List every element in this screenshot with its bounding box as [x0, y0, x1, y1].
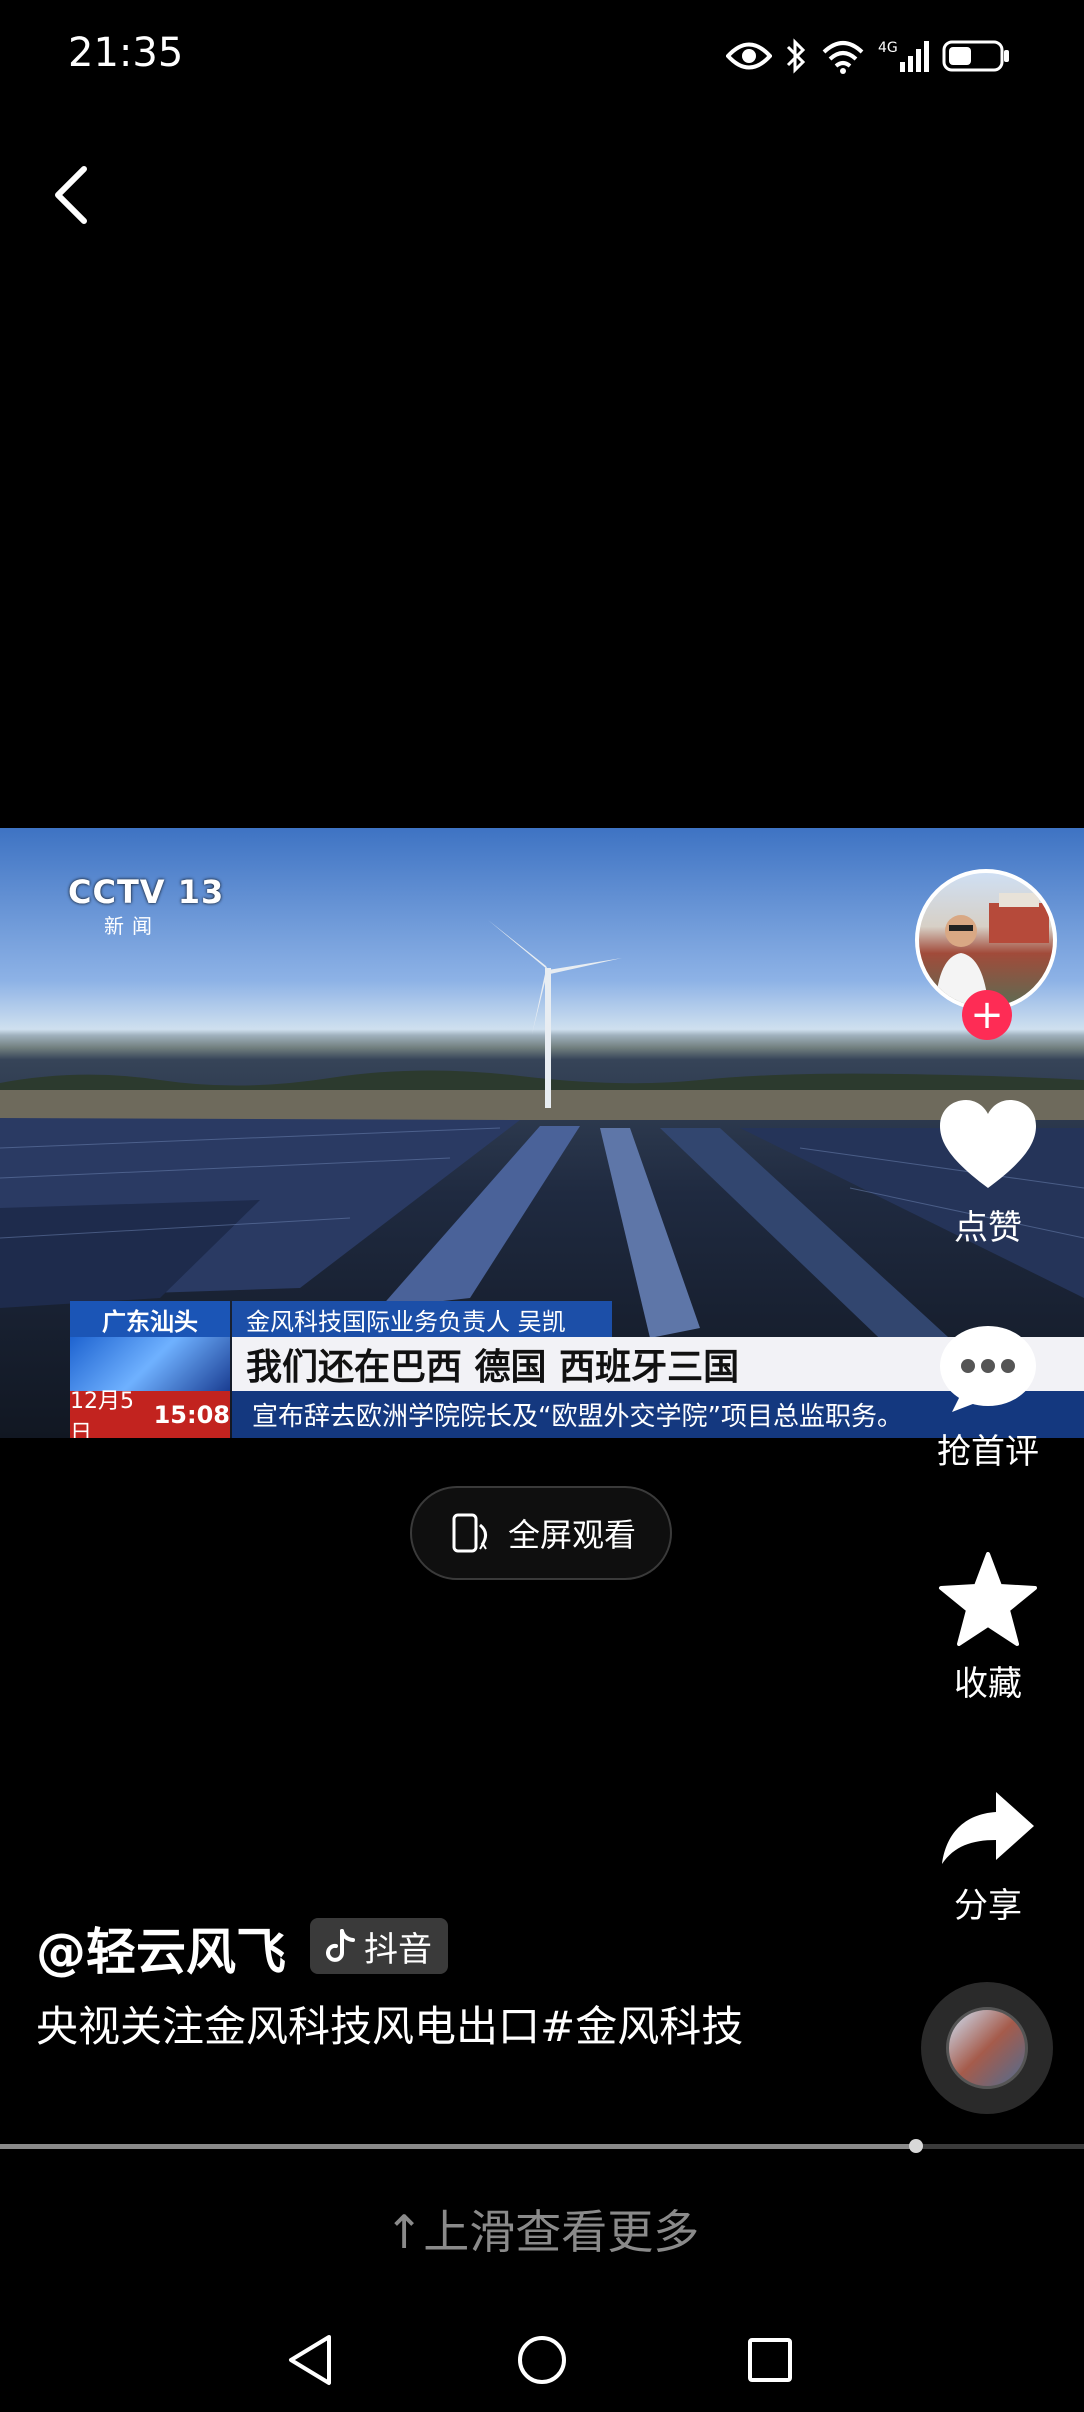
plus-icon: +: [970, 992, 1004, 1038]
comment-icon: [940, 1326, 1036, 1412]
swipe-up-hint[interactable]: ↑上滑查看更多: [0, 2196, 1084, 2262]
cellular-signal-icon: 4G: [878, 40, 929, 72]
square-recents-icon: [748, 2338, 792, 2382]
date-text: 12月5日: [70, 1388, 134, 1439]
music-disc-cover: [946, 2007, 1028, 2089]
share-label: 分享: [954, 1886, 1022, 1926]
star-icon: [939, 1552, 1037, 1646]
status-time: 21:35: [68, 30, 184, 76]
back-button[interactable]: [40, 150, 100, 240]
status-icons: 4G: [726, 30, 1012, 82]
channel-subtitle: 新闻: [104, 914, 160, 938]
time-text: 15:08: [153, 1400, 230, 1429]
post-caption[interactable]: 央视关注金风科技风电出口#金风科技: [36, 1996, 776, 2058]
like-label: 点赞: [954, 1208, 1022, 1248]
fullscreen-label: 全屏观看: [507, 1516, 636, 1554]
circle-home-icon: [518, 2336, 566, 2384]
person-tag: 金风科技国际业务负责人 吴凯: [232, 1301, 612, 1337]
date-tag: 12月5日 15:08: [70, 1389, 230, 1438]
favorite-button[interactable]: 收藏: [898, 1552, 1078, 1705]
nav-recents-button[interactable]: [730, 2320, 810, 2400]
comment-button[interactable]: 抢首评: [898, 1324, 1078, 1473]
share-arrow-icon: [942, 1792, 1034, 1864]
wifi-icon: [822, 41, 864, 74]
author-name[interactable]: @轻云风飞: [36, 1912, 286, 1984]
nav-home-button[interactable]: [502, 2320, 582, 2400]
heart-icon: [940, 1100, 1036, 1188]
favorite-label: 收藏: [954, 1664, 1022, 1704]
progress-fill: [0, 2144, 916, 2149]
platform-badge-label: 抖音: [364, 1929, 432, 1970]
comment-label: 抢首评: [937, 1432, 1039, 1472]
follow-button[interactable]: +: [962, 990, 1012, 1040]
triangle-back-icon: [289, 2335, 331, 2385]
svg-text:4G: 4G: [878, 40, 898, 56]
eye-icon: [726, 42, 772, 70]
location-tag: 广东汕头: [70, 1301, 230, 1337]
platform-badge: 抖音: [310, 1918, 448, 1974]
share-button[interactable]: 分享: [898, 1788, 1078, 1927]
fullscreen-button[interactable]: 全屏观看: [410, 1486, 672, 1580]
rotate-phone-icon: [452, 1513, 487, 1553]
music-disc[interactable]: [921, 1982, 1053, 2114]
douyin-note-icon: [326, 1929, 355, 1962]
like-button[interactable]: 点赞: [898, 1100, 1078, 1249]
progress-knob[interactable]: [909, 2139, 923, 2153]
bluetooth-icon: [786, 38, 806, 74]
chevron-left-icon: [55, 166, 87, 224]
channel-logo: CCTV 13: [68, 873, 225, 911]
battery-icon: [942, 40, 1009, 72]
nav-back-button[interactable]: [270, 2320, 350, 2400]
